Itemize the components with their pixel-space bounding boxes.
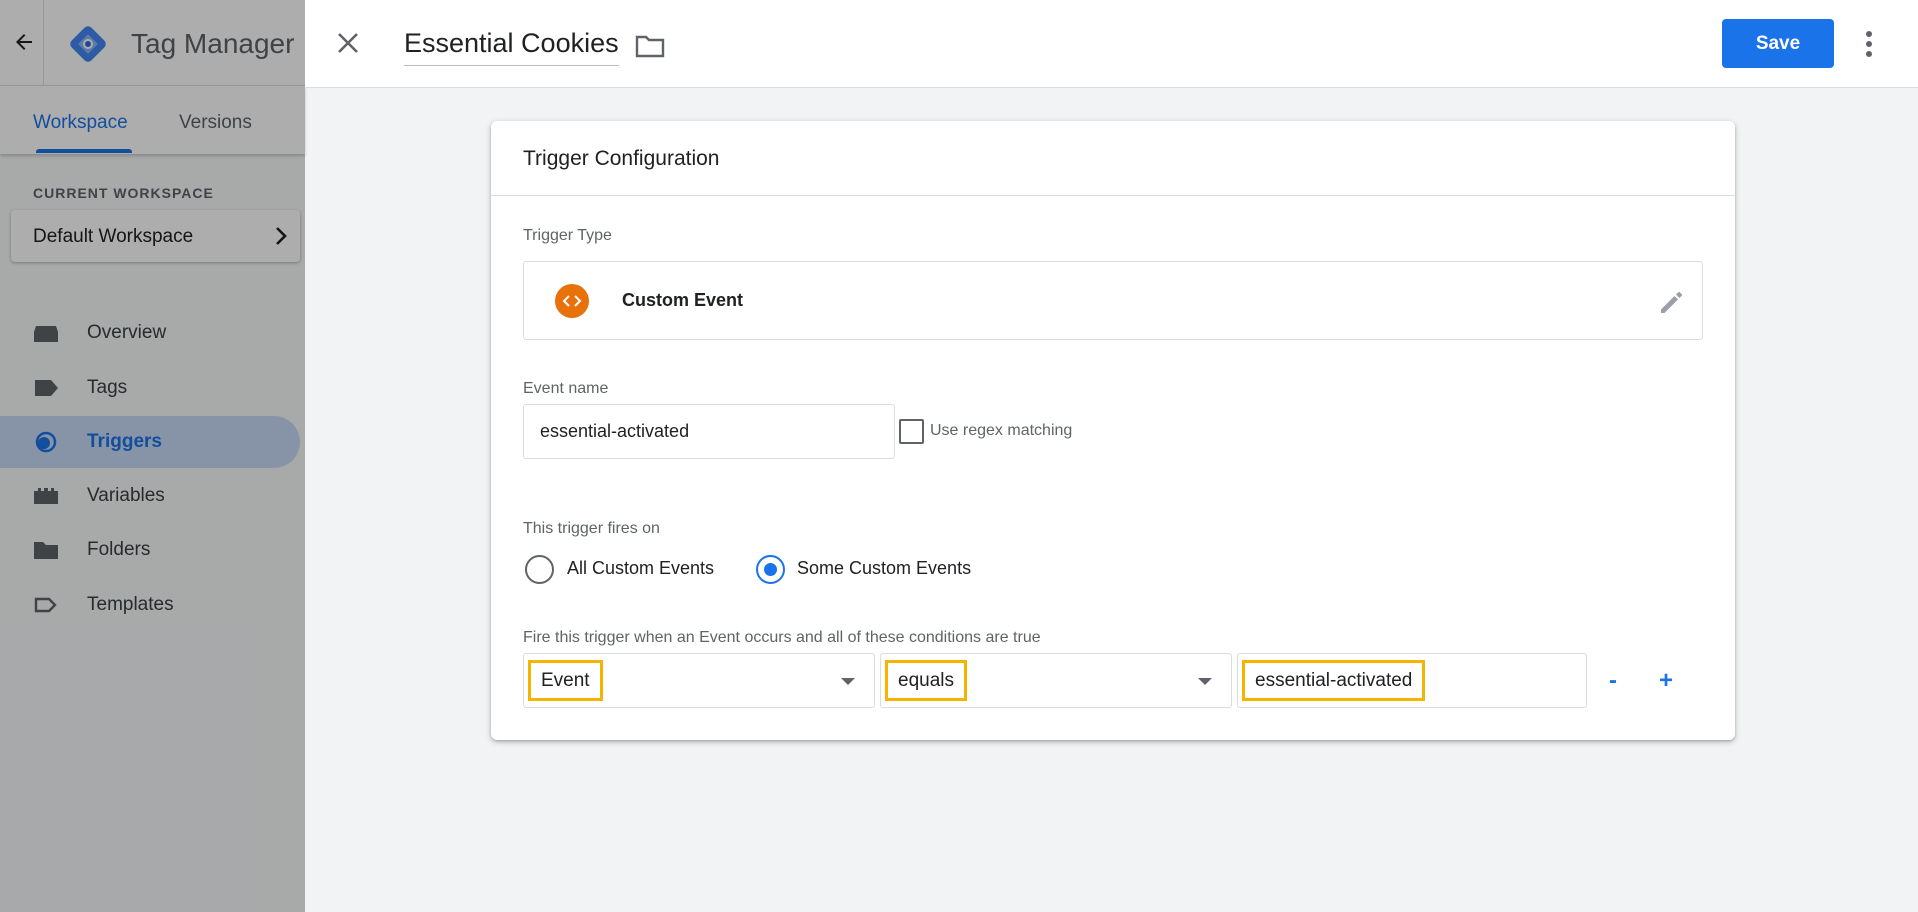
condition-operator-value: equals <box>885 660 967 701</box>
add-condition-button[interactable]: + <box>1651 661 1681 701</box>
remove-condition-button[interactable]: - <box>1598 661 1628 701</box>
trigger-type-selector[interactable]: Custom Event <box>523 261 1703 340</box>
trigger-editor-header: Essential Cookies Save <box>305 0 1918 88</box>
custom-event-icon <box>555 284 589 318</box>
caret-down-icon <box>841 678 855 685</box>
card-divider <box>491 195 1735 196</box>
radio-all-custom-events[interactable] <box>525 555 554 584</box>
event-name-input[interactable] <box>523 404 895 459</box>
card-title: Trigger Configuration <box>523 147 720 170</box>
trigger-configuration-card: Trigger Configuration Trigger Type Custo… <box>491 121 1735 740</box>
pencil-icon[interactable] <box>1658 288 1686 316</box>
modal-scrim[interactable] <box>0 0 305 912</box>
condition-value-input[interactable]: essential-activated <box>1237 653 1587 708</box>
regex-label: Use regex matching <box>930 422 1073 439</box>
more-vert-icon[interactable] <box>1864 30 1874 58</box>
trigger-type-label: Trigger Type <box>523 227 612 244</box>
condition-variable-select[interactable]: Event <box>523 653 875 708</box>
condition-variable-value: Event <box>528 660 603 701</box>
caret-down-icon <box>1198 678 1212 685</box>
folder-icon[interactable] <box>635 33 665 59</box>
trigger-type-name: Custom Event <box>622 290 744 310</box>
radio-label-all-custom-events: All Custom Events <box>567 558 715 578</box>
regex-checkbox[interactable] <box>899 419 924 444</box>
condition-value-text: essential-activated <box>1242 660 1426 701</box>
event-name-label: Event name <box>523 380 609 397</box>
save-button[interactable]: Save <box>1722 19 1834 68</box>
close-icon[interactable] <box>335 30 361 56</box>
radio-label-some-custom-events: Some Custom Events <box>797 558 972 578</box>
radio-some-custom-events[interactable] <box>756 555 785 584</box>
fires-on-label: This trigger fires on <box>523 520 660 537</box>
trigger-name-field[interactable]: Essential Cookies <box>404 28 619 66</box>
condition-label: Fire this trigger when an Event occurs a… <box>523 629 1041 646</box>
condition-operator-select[interactable]: equals <box>880 653 1232 708</box>
